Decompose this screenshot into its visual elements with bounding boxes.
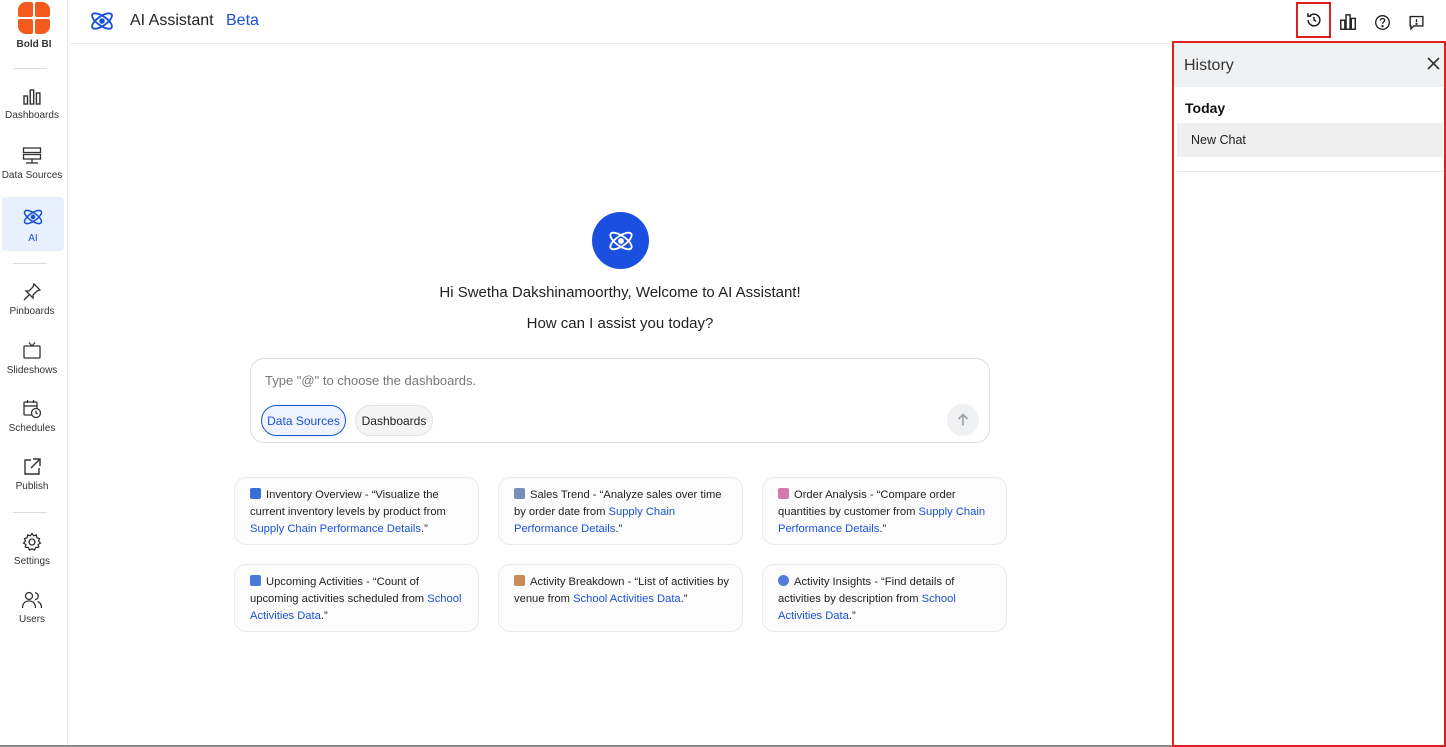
welcome-greeting: Hi Swetha Dakshinamoorthy, Welcome to AI… [439,284,801,301]
suggestion-card[interactable]: Inventory Overview - “Visualize the curr… [234,477,479,545]
nav-label: AI [28,233,38,244]
brand-name: Bold BI [16,39,52,50]
prompt-box: Data Sources Dashboards [250,358,990,443]
bar-chart-icon [23,89,41,105]
page-title: AI Assistant [130,12,214,29]
feedback-button[interactable] [1400,6,1432,38]
clipboard-emoji-icon [514,575,525,586]
calendar-emoji-icon [250,575,261,586]
atom-icon [608,231,633,250]
server-icon [22,147,42,164]
history-button[interactable] [1296,2,1331,38]
chip-dashboards[interactable]: Dashboards [355,405,433,436]
bold-bi-logo[interactable]: Bold BI [0,2,68,50]
history-divider [1177,171,1443,172]
chart-emoji-icon [250,488,261,499]
suggestion-card[interactable]: Activity Insights - “Find details of act… [762,564,1007,632]
help-button[interactable] [1366,6,1398,38]
bold-bi-logo-icon [18,2,50,34]
chip-data-sources[interactable]: Data Sources [261,405,346,436]
prompt-input[interactable] [265,373,865,388]
atom-icon [23,209,43,225]
publish-icon [24,458,41,475]
tv-icon [23,342,41,359]
feedback-icon [1408,15,1424,31]
ai-assistant-logo-icon [88,7,116,40]
nav-divider [13,68,47,69]
pin-icon [23,282,42,301]
top-header: AI Assistant Beta [70,0,1446,44]
nav-label: Schedules [8,423,56,434]
nav-label: Publish [15,481,49,492]
left-navigation: Bold BI Dashboards Data Sources AI Pinbo… [0,0,68,747]
suggestion-card[interactable]: Order Analysis - “Compare order quantiti… [762,477,1007,545]
decline-emoji-icon [778,488,789,499]
nav-item-settings[interactable]: Settings [0,532,64,567]
suggestion-tail: .” [879,523,887,535]
suggestion-tail: .” [615,523,623,535]
suggestion-tail: .” [680,593,688,605]
nav-divider [13,512,47,513]
history-panel: History Today New Chat [1172,41,1446,747]
nav-label: Pinboards [9,306,55,317]
dataset-link[interactable]: School Activities Data [573,593,681,605]
nav-item-publish[interactable]: Publish [0,457,64,492]
nav-label: Users [18,614,46,625]
suggestion-tail: .” [320,610,328,622]
chart-button[interactable] [1332,6,1364,38]
suggestion-card[interactable]: Activity Breakdown - “List of activities… [498,564,743,632]
gear-icon [22,532,42,551]
calendar-clock-icon [23,400,42,419]
main-content: Hi Swetha Dakshinamoorthy, Welcome to AI… [70,45,1172,747]
close-history-button[interactable] [1427,57,1440,75]
suggestion-tail: .” [421,523,428,535]
history-item[interactable]: New Chat [1177,123,1443,157]
suggestion-card[interactable]: Upcoming Activities - “Count of upcoming… [234,564,479,632]
history-header: History [1174,43,1444,87]
nav-item-users[interactable]: Users [0,590,64,625]
welcome-question: How can I assist you today? [526,315,714,332]
nav-item-pinboards[interactable]: Pinboards [0,282,64,317]
suggestion-text: Inventory Overview - “Visualize the curr… [250,489,446,518]
arrow-up-icon [957,413,969,426]
nav-label: Data Sources [1,170,63,181]
nav-item-data-sources[interactable]: Data Sources [0,146,64,181]
suggestion-tail: .” [848,610,856,622]
chart-icon [1340,14,1357,30]
magnifier-emoji-icon [778,575,789,586]
assistant-avatar [592,212,649,269]
close-icon [1427,57,1440,70]
nav-label: Dashboards [5,110,59,121]
nav-item-slideshows[interactable]: Slideshows [0,341,64,376]
history-section-today: Today [1185,100,1226,116]
suggestion-card[interactable]: Sales Trend - “Analyze sales over time b… [498,477,743,545]
nav-item-schedules[interactable]: Schedules [0,399,64,434]
dataset-link[interactable]: Supply Chain Performance Details [250,523,421,535]
help-icon [1374,14,1390,30]
nav-divider [13,263,47,264]
beta-badge: Beta [226,12,259,29]
send-button[interactable] [947,404,979,436]
nav-item-ai[interactable]: AI [2,197,64,251]
nav-label: Slideshows [6,365,58,376]
nav-label: Settings [13,556,51,567]
history-title: History [1184,57,1234,74]
nav-item-dashboards[interactable]: Dashboards [0,88,64,121]
history-icon [1306,13,1321,27]
users-icon [21,591,43,609]
suggestion-text: Upcoming Activities - “Count of upcoming… [250,576,428,605]
trend-emoji-icon [514,488,525,499]
